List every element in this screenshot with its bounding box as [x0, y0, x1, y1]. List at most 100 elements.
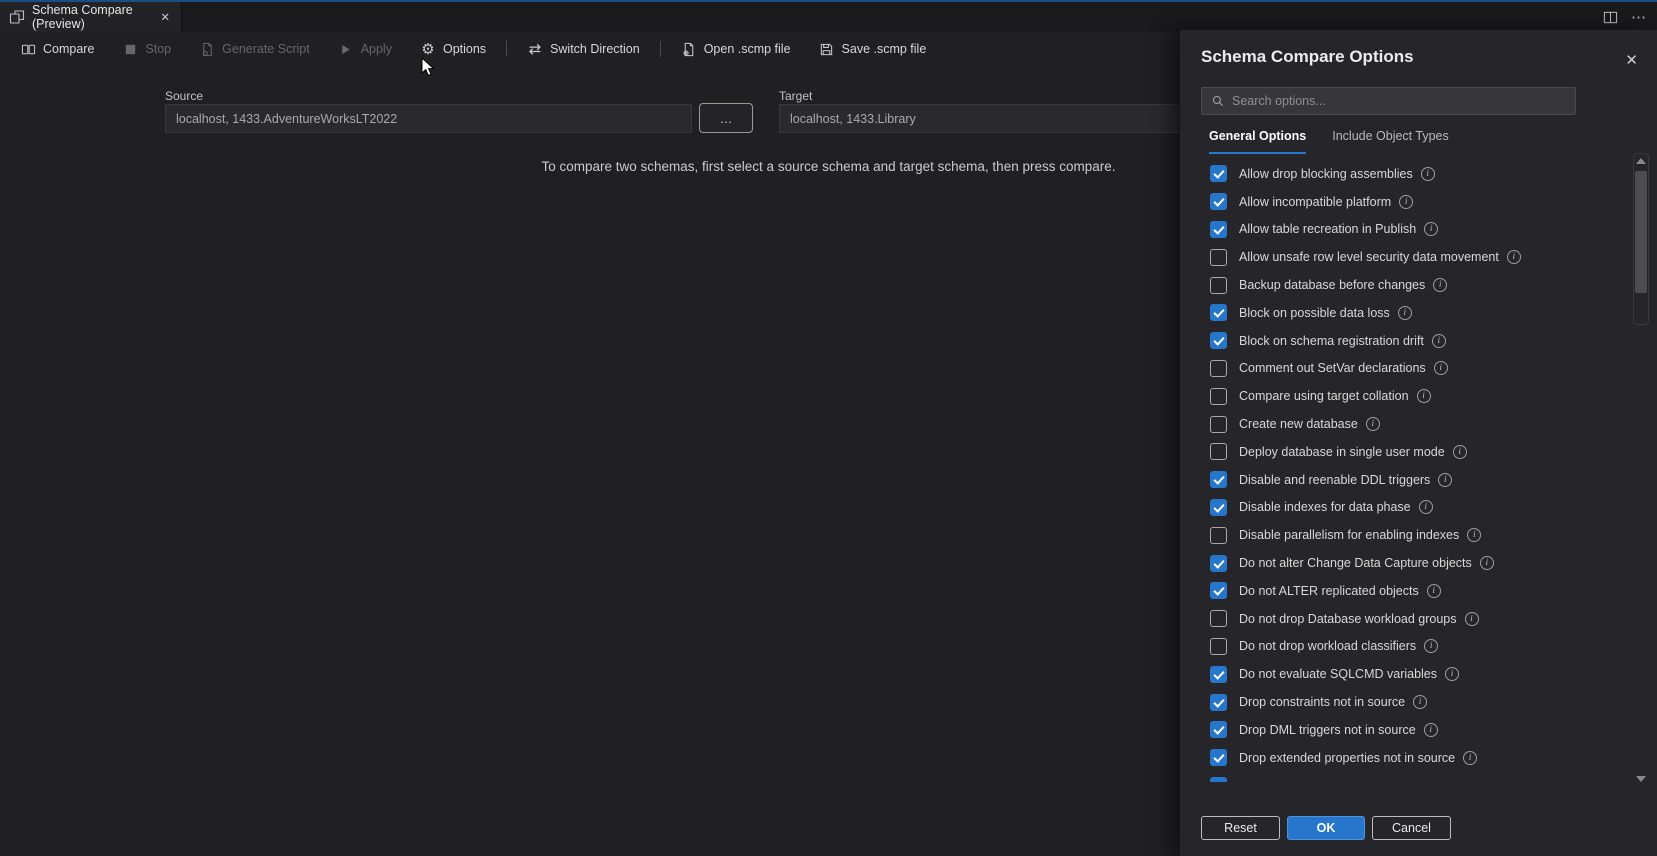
toolbar-compare-button[interactable]: Compare: [6, 32, 108, 66]
switch-direction-icon: ⇄: [528, 39, 542, 58]
option-row: Disable and reenable DDL triggers i: [1180, 466, 1632, 494]
info-icon[interactable]: i: [1433, 278, 1448, 293]
info-icon[interactable]: i: [1479, 556, 1494, 571]
checkbox[interactable]: [1210, 526, 1227, 544]
option-label: Allow unsafe row level security data mov…: [1239, 250, 1499, 265]
checkbox[interactable]: [1210, 248, 1227, 266]
panel-tabs: General Options Include Object Types: [1209, 129, 1449, 154]
option-label: Disable and reenable DDL triggers: [1239, 472, 1431, 487]
panel-close-icon[interactable]: ✕: [1621, 49, 1642, 71]
schema-compare-icon: [9, 9, 25, 25]
tab-title: Schema Compare (Preview): [32, 3, 133, 31]
info-icon[interactable]: i: [1433, 361, 1448, 376]
checkbox[interactable]: [1210, 359, 1227, 377]
checkbox[interactable]: [1210, 665, 1227, 683]
checkbox[interactable]: [1210, 749, 1227, 767]
option-row: Deploy database in single user mode i: [1180, 438, 1632, 466]
option-label: Compare using target collation: [1239, 389, 1409, 404]
info-icon[interactable]: i: [1463, 750, 1478, 765]
checkbox[interactable]: [1210, 332, 1227, 350]
info-icon[interactable]: i: [1413, 695, 1428, 710]
toolbar-open-scmp-file-button[interactable]: Open .scmp file: [667, 32, 805, 66]
ok-button[interactable]: OK: [1287, 816, 1365, 840]
info-icon[interactable]: i: [1467, 528, 1482, 543]
source-label: Source: [165, 89, 204, 103]
option-row: Disable parallelism for enabling indexes…: [1180, 521, 1632, 549]
checkbox[interactable]: [1210, 471, 1227, 489]
info-icon[interactable]: i: [1424, 639, 1439, 654]
checkbox[interactable]: [1210, 415, 1227, 433]
cancel-button[interactable]: Cancel: [1372, 816, 1451, 840]
option-row: Do not evaluate SQLCMD variables i: [1180, 660, 1632, 688]
option-label: Drop constraints not in source: [1239, 695, 1406, 710]
schema-compare-options-panel: Schema Compare Options ✕ General Options…: [1179, 30, 1657, 856]
info-icon[interactable]: i: [1418, 500, 1433, 515]
option-label: Block on possible data loss: [1239, 305, 1390, 320]
option-label: Backup database before changes: [1239, 278, 1426, 293]
info-icon[interactable]: i: [1416, 389, 1431, 404]
search-box: [1201, 87, 1576, 115]
toolbar-item-label: Switch Direction: [550, 42, 640, 56]
info-icon[interactable]: i: [1452, 444, 1467, 459]
gear-icon: ⚙: [421, 39, 435, 58]
checkbox[interactable]: [1210, 498, 1227, 516]
scrollbar-thumb[interactable]: [1635, 171, 1647, 293]
tab-close-icon[interactable]: ✕: [158, 8, 172, 26]
option-row: Drop constraints not in source i: [1180, 688, 1632, 716]
info-icon[interactable]: i: [1423, 722, 1438, 737]
checkbox[interactable]: [1210, 387, 1227, 405]
generate-script-icon: [199, 41, 215, 57]
info-icon[interactable]: i: [1397, 305, 1412, 320]
option-label: Do not evaluate SQLCMD variables: [1239, 667, 1438, 682]
checkbox[interactable]: [1210, 276, 1227, 294]
info-icon[interactable]: i: [1424, 222, 1439, 237]
option-label: Do not alter Change Data Capture objects: [1239, 556, 1472, 571]
apply-icon: [338, 41, 354, 57]
info-icon[interactable]: i: [1431, 333, 1446, 348]
split-editor-icon[interactable]: [1603, 10, 1618, 25]
checkbox[interactable]: [1210, 693, 1227, 711]
info-icon[interactable]: i: [1420, 166, 1435, 181]
option-row: [1180, 772, 1632, 782]
tab-include-object-types[interactable]: Include Object Types: [1332, 129, 1449, 154]
option-label: Allow incompatible platform: [1239, 194, 1392, 209]
info-icon[interactable]: i: [1464, 611, 1479, 626]
toolbar-generate-script-button: Generate Script: [185, 32, 324, 66]
toolbar-switch-direction-button[interactable]: ⇄ Switch Direction: [513, 32, 654, 66]
info-icon[interactable]: i: [1399, 194, 1414, 209]
info-icon[interactable]: i: [1445, 667, 1460, 682]
more-actions-icon[interactable]: ⋯: [1631, 10, 1647, 25]
scrollbar-up-icon[interactable]: [1636, 158, 1646, 164]
info-icon[interactable]: i: [1438, 472, 1453, 487]
save-icon: [819, 41, 835, 57]
checkbox[interactable]: [1210, 304, 1227, 322]
toolbar-options-button[interactable]: ⚙ Options: [406, 32, 500, 66]
tab-schema-compare[interactable]: Schema Compare (Preview) ✕: [0, 2, 182, 32]
options-list: Allow drop blocking assemblies i Allow inc…: [1180, 160, 1632, 782]
checkbox[interactable]: [1210, 637, 1227, 655]
checkbox[interactable]: [1210, 193, 1227, 211]
checkbox[interactable]: [1210, 610, 1227, 628]
checkbox[interactable]: [1210, 721, 1227, 739]
checkbox[interactable]: [1210, 220, 1227, 238]
checkbox[interactable]: [1210, 554, 1227, 572]
info-icon[interactable]: i: [1506, 250, 1521, 265]
tab-general-options[interactable]: General Options: [1209, 129, 1307, 154]
info-icon[interactable]: i: [1365, 417, 1380, 432]
source-browse-button[interactable]: …: [699, 103, 753, 133]
source-input[interactable]: [165, 104, 692, 133]
checkbox[interactable]: [1210, 443, 1227, 461]
search-input[interactable]: [1232, 94, 1566, 108]
option-row: Backup database before changes i: [1180, 271, 1632, 299]
checkbox[interactable]: [1210, 776, 1227, 782]
toolbar-save-scmp-file-button[interactable]: Save .scmp file: [805, 32, 941, 66]
option-row: Create new database i: [1180, 410, 1632, 438]
option-label: Block on schema registration drift: [1239, 333, 1424, 348]
scrollbar-down-icon[interactable]: [1636, 776, 1646, 782]
reset-button[interactable]: Reset: [1201, 816, 1280, 840]
info-icon[interactable]: i: [1426, 583, 1441, 598]
option-row: Do not alter Change Data Capture objects…: [1180, 549, 1632, 577]
toolbar-item-label: Open .scmp file: [703, 42, 791, 56]
checkbox[interactable]: [1210, 165, 1227, 183]
checkbox[interactable]: [1210, 582, 1227, 600]
